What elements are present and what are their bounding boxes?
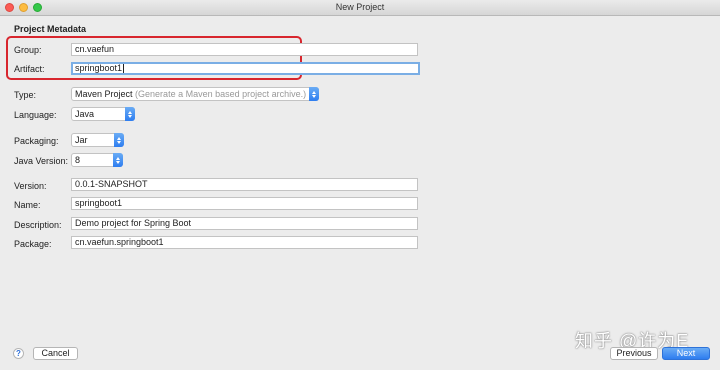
name-field[interactable]: springboot1 — [71, 197, 418, 210]
packaging-select-stepper-icon[interactable] — [114, 133, 124, 147]
name-label: Name: — [14, 200, 41, 210]
artifact-label: Artifact: — [14, 64, 45, 74]
dialog-footer: ? Cancel Previous Next — [0, 338, 720, 370]
version-label: Version: — [14, 181, 47, 191]
packaging-select[interactable]: Jar — [71, 133, 124, 147]
group-label: Group: — [14, 45, 42, 55]
language-select[interactable]: Java — [71, 107, 135, 121]
language-select-stepper-icon[interactable] — [125, 107, 135, 121]
cancel-button[interactable]: Cancel — [33, 347, 78, 360]
artifact-field-value: springboot1 — [75, 63, 123, 73]
type-hint: (Generate a Maven based project archive.… — [135, 89, 307, 99]
description-label: Description: — [14, 220, 62, 230]
package-field[interactable]: cn.vaefun.springboot1 — [71, 236, 418, 249]
window-title: New Project — [335, 2, 385, 12]
java-version-select[interactable]: 8 — [71, 153, 123, 167]
type-select-stepper-icon[interactable] — [309, 87, 319, 101]
previous-button[interactable]: Previous — [610, 347, 658, 360]
package-label: Package: — [14, 239, 52, 249]
help-button[interactable]: ? — [13, 348, 24, 359]
artifact-field[interactable]: springboot1 — [71, 62, 420, 75]
java-version-label: Java Version: — [14, 156, 69, 166]
packaging-value: Jar — [75, 135, 88, 145]
packaging-label: Packaging: — [14, 136, 59, 146]
text-caret — [123, 64, 125, 73]
java-version-select-stepper-icon[interactable] — [113, 153, 123, 167]
next-button[interactable]: Next — [662, 347, 710, 360]
language-label: Language: — [14, 110, 57, 120]
version-field[interactable]: 0.0.1-SNAPSHOT — [71, 178, 418, 191]
type-select[interactable]: Maven Project (Generate a Maven based pr… — [71, 87, 319, 101]
language-value: Java — [75, 109, 95, 119]
group-field[interactable]: cn.vaefun — [71, 43, 418, 56]
description-field[interactable]: Demo project for Spring Boot — [71, 217, 418, 230]
section-title: Project Metadata — [14, 24, 87, 34]
type-value: Maven Project — [75, 89, 133, 99]
java-version-value: 8 — [75, 155, 81, 165]
type-label: Type: — [14, 90, 37, 100]
title-bar: New Project — [0, 0, 720, 16]
